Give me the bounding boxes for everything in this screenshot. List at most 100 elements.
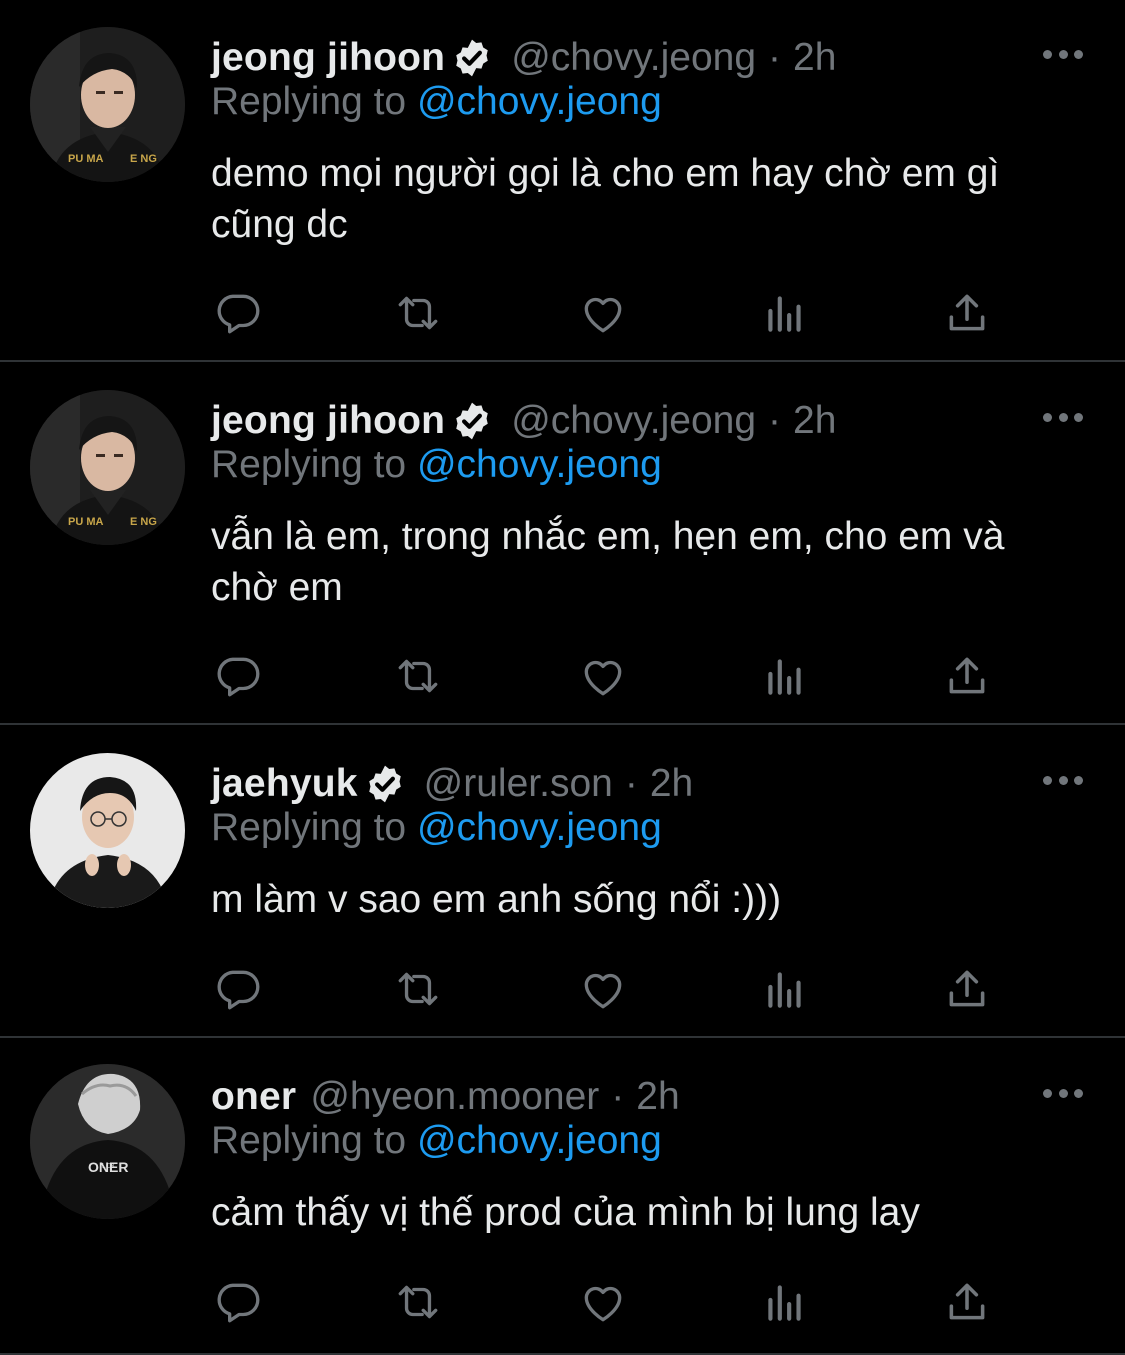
retweet-icon xyxy=(398,296,438,330)
display-name[interactable]: jeong jihoon xyxy=(211,399,445,443)
like-button[interactable] xyxy=(576,288,630,338)
handle[interactable]: @chovy.jeong xyxy=(511,399,756,443)
tweet[interactable]: PU MA E NG jeong jihoon @chovy.jeong · 2… xyxy=(0,363,1125,725)
share-button[interactable] xyxy=(940,1277,994,1327)
display-name[interactable]: jaehyuk xyxy=(211,762,358,806)
retweet-button[interactable] xyxy=(391,288,445,338)
tweet[interactable]: jaehyuk @ruler.son · 2h Replying to @cho… xyxy=(0,726,1125,1038)
reply-icon xyxy=(217,294,260,334)
share-icon xyxy=(949,294,985,331)
replying-to-label: Replying to xyxy=(211,443,407,486)
tweet-actions xyxy=(211,1277,1001,1327)
tweet-actions xyxy=(211,964,1001,1014)
tweet-actions xyxy=(211,651,1001,701)
more-icon[interactable] xyxy=(1043,411,1083,423)
avatar-image: PU MA E NG xyxy=(30,390,185,545)
replying-to: Replying to @chovy.jeong xyxy=(211,443,662,487)
separator-dot: · xyxy=(768,36,782,79)
mention-link[interactable]: @chovy.jeong xyxy=(417,80,662,123)
tweet-header: jeong jihoon @chovy.jeong · 2h xyxy=(211,395,836,447)
more-icon[interactable] xyxy=(1043,1087,1083,1099)
avatar[interactable]: LCK ONER xyxy=(30,1064,185,1219)
replying-to-label: Replying to xyxy=(211,1119,407,1162)
views-button[interactable] xyxy=(758,964,812,1014)
timestamp[interactable]: 2h xyxy=(793,399,836,443)
reply-icon xyxy=(217,1283,260,1323)
mention-link[interactable]: @chovy.jeong xyxy=(417,1119,662,1162)
heart-icon xyxy=(584,1286,622,1322)
verified-badge-icon xyxy=(456,402,488,440)
heart-icon xyxy=(584,297,622,333)
retweet-button[interactable] xyxy=(391,964,445,1014)
avatar[interactable] xyxy=(30,753,185,908)
avatar-image: LCK ONER xyxy=(30,1064,185,1219)
handle[interactable]: @chovy.jeong xyxy=(511,36,756,80)
tweet-header: jaehyuk @ruler.son · 2h xyxy=(211,758,693,810)
separator-dot: · xyxy=(611,1075,625,1118)
heart-icon xyxy=(584,973,622,1009)
timestamp[interactable]: 2h xyxy=(636,1075,679,1119)
timestamp[interactable]: 2h xyxy=(650,762,693,806)
display-name[interactable]: jeong jihoon xyxy=(211,36,445,80)
replying-to: Replying to @chovy.jeong xyxy=(211,1119,662,1163)
mention-link[interactable]: @chovy.jeong xyxy=(417,806,662,849)
timestamp[interactable]: 2h xyxy=(793,36,836,80)
views-button[interactable] xyxy=(758,1277,812,1327)
retweet-button[interactable] xyxy=(391,651,445,701)
like-button[interactable] xyxy=(576,1277,630,1327)
views-button[interactable] xyxy=(758,288,812,338)
views-icon xyxy=(768,296,801,332)
tweet[interactable]: PU MA E NG jeong jihoon @chovy.jeong · 2… xyxy=(0,0,1125,362)
reply-button[interactable] xyxy=(211,1277,265,1327)
retweet-icon xyxy=(398,1285,438,1319)
views-icon xyxy=(768,972,801,1008)
reply-button[interactable] xyxy=(211,651,265,701)
tweet-actions xyxy=(211,288,1001,338)
avatar-jersey-text: PU MA xyxy=(68,516,104,528)
views-icon xyxy=(768,1285,801,1321)
tweet-header: jeong jihoon @chovy.jeong · 2h xyxy=(211,32,836,84)
replying-to-label: Replying to xyxy=(211,80,407,123)
like-button[interactable] xyxy=(576,964,630,1014)
replying-to: Replying to @chovy.jeong xyxy=(211,80,662,124)
views-icon xyxy=(768,659,801,695)
separator-dot: · xyxy=(624,762,638,805)
share-button[interactable] xyxy=(940,288,994,338)
tweet[interactable]: LCK ONER oner @hyeon.mooner · 2h Replyin… xyxy=(0,1039,1125,1355)
heart-icon xyxy=(584,660,622,696)
mention-link[interactable]: @chovy.jeong xyxy=(417,443,662,486)
display-name[interactable]: oner xyxy=(211,1075,296,1119)
like-button[interactable] xyxy=(576,651,630,701)
avatar-jersey-text: PU MA xyxy=(68,153,104,165)
share-button[interactable] xyxy=(940,964,994,1014)
reply-icon xyxy=(217,970,260,1010)
handle[interactable]: @ruler.son xyxy=(424,762,613,806)
replying-to-label: Replying to xyxy=(211,806,407,849)
avatar-jersey-text: E NG xyxy=(130,516,157,528)
avatar[interactable]: PU MA E NG xyxy=(30,27,185,182)
verified-badge-icon xyxy=(456,39,488,77)
retweet-button[interactable] xyxy=(391,1277,445,1327)
share-icon xyxy=(949,970,985,1007)
reply-button[interactable] xyxy=(211,288,265,338)
tweet-text: m làm v sao em anh sống nổi :))) xyxy=(211,878,782,921)
share-icon xyxy=(949,657,985,694)
tweet-text: demo mọi người gọi là cho em hay chờ em … xyxy=(211,152,1000,246)
avatar[interactable]: PU MA E NG xyxy=(30,390,185,545)
views-button[interactable] xyxy=(758,651,812,701)
share-button[interactable] xyxy=(940,651,994,701)
reply-icon xyxy=(217,657,260,697)
avatar-jersey-text: E NG xyxy=(130,153,157,165)
handle[interactable]: @hyeon.mooner xyxy=(310,1075,599,1119)
retweet-icon xyxy=(398,659,438,693)
tweet-header: oner @hyeon.mooner · 2h xyxy=(211,1071,680,1123)
tweet-text: cảm thấy vị thế prod của mình bị lung la… xyxy=(211,1191,920,1234)
avatar-image: PU MA E NG xyxy=(30,27,185,182)
avatar-jersey-text: ONER xyxy=(88,1159,128,1175)
reply-button[interactable] xyxy=(211,964,265,1014)
more-icon[interactable] xyxy=(1043,48,1083,60)
separator-dot: · xyxy=(768,399,782,442)
more-icon[interactable] xyxy=(1043,774,1083,786)
retweet-icon xyxy=(398,972,438,1006)
replying-to: Replying to @chovy.jeong xyxy=(211,806,662,850)
